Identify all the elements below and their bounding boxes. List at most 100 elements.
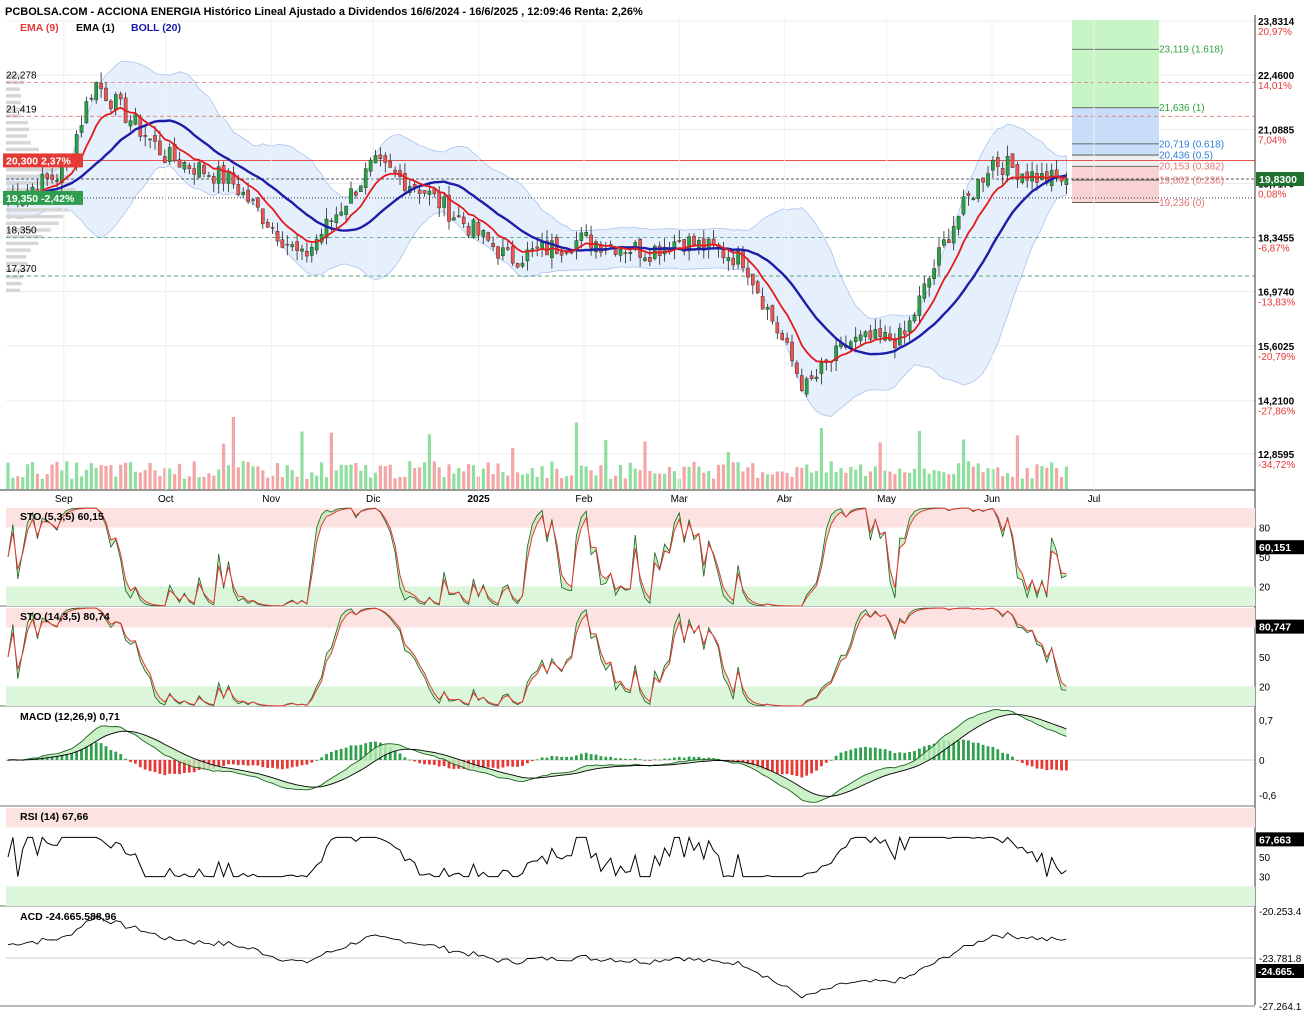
candle-body — [863, 331, 868, 337]
volume-bar — [618, 464, 623, 489]
volume-bar — [952, 473, 956, 489]
volume-bar — [682, 466, 686, 489]
volume-bar — [653, 473, 657, 489]
candle-body — [471, 219, 476, 238]
volume-bar — [1045, 467, 1049, 489]
macd-histogram-bar — [829, 759, 833, 761]
volume-bar — [369, 477, 373, 489]
volume-bar — [138, 472, 142, 489]
candle-body — [192, 168, 197, 175]
volume-bar — [212, 475, 216, 489]
macd-histogram-bar — [232, 760, 235, 765]
macd-histogram-bar — [114, 751, 118, 760]
macd-histogram-bar — [305, 760, 309, 765]
macd-histogram-bar — [658, 759, 662, 761]
macd-histogram-bar — [295, 760, 299, 767]
macd-histogram-bar — [496, 760, 500, 769]
candle-body — [986, 173, 990, 186]
macd-histogram-bar — [628, 759, 632, 760]
volume-bar — [50, 464, 54, 489]
volume-profile-bar — [6, 134, 28, 138]
macd-histogram-bar — [859, 747, 862, 760]
volume-bar — [643, 441, 647, 489]
candle-body — [858, 334, 863, 341]
volume-bar — [496, 463, 500, 489]
acd-level-label: -27.264.1 — [1259, 1002, 1302, 1012]
macd-histogram-bar — [1001, 752, 1005, 760]
candle-body — [942, 239, 946, 246]
volume-bar — [383, 466, 387, 489]
macd-histogram-bar — [815, 760, 818, 771]
volume-bar — [89, 463, 93, 489]
volume-profile-bar — [6, 281, 22, 286]
volume-bar — [65, 461, 69, 489]
volume-bar — [177, 463, 182, 489]
candle-body — [368, 159, 373, 172]
macd-histogram-bar — [70, 753, 74, 760]
candle-body — [726, 257, 731, 261]
candle-body — [457, 215, 461, 217]
candle-body — [731, 257, 735, 266]
candle-body — [1010, 153, 1015, 168]
fib-label: 19,802 (0.236) — [1159, 176, 1224, 187]
level-label: 18,350 — [6, 225, 37, 236]
month-label: Mar — [671, 494, 689, 505]
macd-histogram-bar — [359, 744, 363, 760]
macd-histogram-bar — [1040, 760, 1044, 769]
candle-body — [746, 267, 750, 278]
candle-body — [917, 295, 922, 316]
volume-bar — [305, 478, 309, 489]
candle-body — [491, 242, 495, 248]
macd-histogram-bar — [834, 755, 838, 760]
volume-bar — [854, 469, 858, 489]
candle-body — [804, 378, 809, 395]
macd-histogram-bar — [692, 756, 696, 760]
macd-histogram-bar — [163, 760, 167, 776]
volume-bar — [565, 476, 569, 489]
candle-body — [153, 135, 157, 142]
price-pct: -27,86% — [1258, 407, 1295, 418]
fib-label: 20,153 (0.382) — [1159, 162, 1224, 173]
panel-level-label: 80 — [1259, 524, 1271, 535]
candle-body — [79, 125, 84, 133]
candle-body — [966, 193, 971, 196]
candle-body — [770, 305, 775, 322]
volume-profile-bar — [6, 241, 39, 246]
volume-bar — [628, 462, 632, 489]
candle-body — [809, 375, 814, 379]
macd-histogram-bar — [663, 758, 666, 760]
volume-bar — [256, 466, 260, 489]
candle-body — [45, 173, 49, 179]
candle-body — [177, 159, 182, 168]
candle-body — [182, 162, 187, 170]
macd-histogram-bar — [780, 760, 784, 775]
volume-bar — [236, 467, 240, 489]
macd-histogram-bar — [839, 752, 843, 760]
volume-bar — [1030, 478, 1034, 489]
volume-bar — [124, 462, 128, 489]
candle-body — [383, 155, 388, 163]
candle-body — [947, 239, 951, 244]
volume-bar — [976, 463, 980, 489]
macd-histogram-bar — [266, 760, 270, 768]
candle-body — [300, 248, 304, 252]
macd-histogram-bar — [315, 759, 319, 761]
volume-bar — [716, 464, 721, 489]
volume-bar — [1015, 435, 1019, 489]
candle-body — [466, 226, 471, 236]
macd-histogram-bar — [129, 760, 132, 763]
volume-bar — [922, 468, 926, 489]
volume-bar — [432, 461, 436, 489]
volume-bar — [143, 469, 147, 489]
candle-body — [270, 227, 275, 229]
volume-bar — [266, 477, 270, 489]
macd-histogram-bar — [158, 760, 162, 774]
volume-bar — [741, 471, 745, 489]
macd-histogram-bar — [491, 760, 495, 768]
macd-histogram-bar — [991, 746, 995, 760]
candle-body — [461, 216, 466, 224]
macd-histogram-bar — [790, 760, 794, 776]
candle-body — [564, 252, 569, 254]
month-label: Dic — [366, 494, 380, 505]
candle-body — [579, 232, 584, 241]
